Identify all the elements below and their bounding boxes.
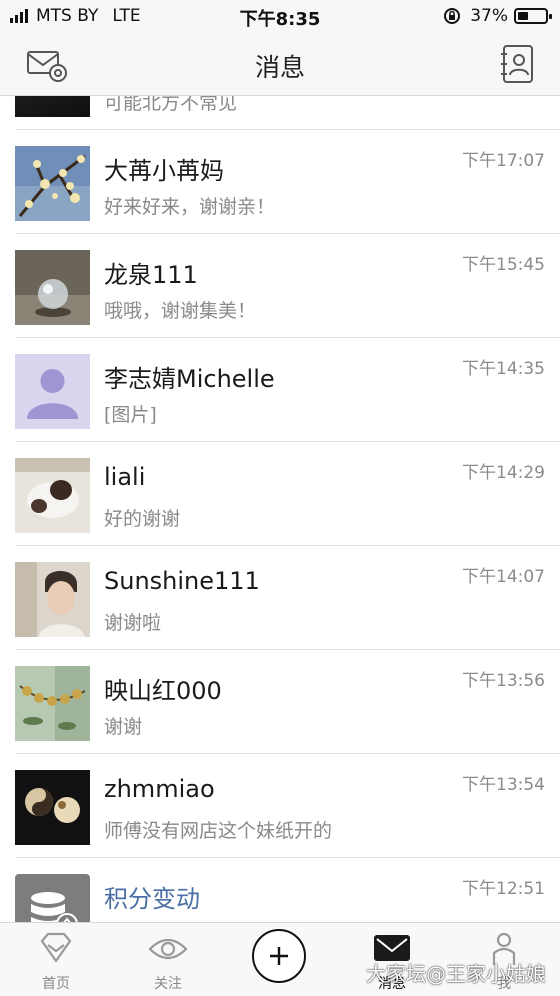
tab-post[interactable] — [224, 923, 336, 996]
message-preview: 哦哦，谢谢集美！ — [104, 300, 257, 322]
watermark: 大家坛@王家小姑娘 — [366, 962, 546, 986]
young-man-photo — [15, 562, 90, 637]
list-item[interactable]: liali 好的谢谢 下午14:29 — [0, 442, 560, 546]
tab-label: 关注 — [154, 976, 182, 992]
battery-icon — [514, 8, 552, 24]
plus-icon[interactable] — [252, 929, 306, 983]
message-time: 下午14:07 — [462, 567, 545, 587]
battery-fill — [518, 12, 528, 20]
list-item[interactable]: Sunshine111 谢谢啦 下午14:07 — [0, 546, 560, 650]
message-time: 下午14:35 — [462, 359, 545, 379]
battery-percent: 37% — [470, 6, 508, 26]
message-preview: 好来好来，谢谢亲！ — [104, 196, 276, 218]
contacts-book-icon[interactable] — [500, 44, 536, 84]
cat-photo — [15, 458, 90, 533]
message-preview: 好的谢谢 — [104, 508, 181, 530]
message-time: 下午14:29 — [462, 463, 545, 483]
contact-name: 映山红000 — [104, 677, 222, 705]
contact-name: zhmmiao — [104, 775, 215, 803]
message-time: 下午13:56 — [462, 671, 545, 691]
list-item[interactable]: 积分变动 下午12:51 — [0, 858, 560, 922]
list-item[interactable]: 龙泉111 哦哦，谢谢集美！ 下午15:45 — [0, 234, 560, 338]
message-time: 下午13:54 — [462, 775, 545, 795]
conversation-list[interactable]: 可能北方不常见 大苒小苒妈 好来好来，谢谢亲！ 下午17:07 龙泉111 哦哦… — [0, 96, 560, 922]
contact-name: 大苒小苒妈 — [104, 157, 224, 185]
message-preview: 师傅没有网店这个妹纸开的 — [104, 820, 333, 842]
page-title: 消息 — [254, 53, 305, 82]
status-right: 37% — [442, 6, 552, 26]
rotation-lock-icon — [444, 8, 461, 24]
list-item[interactable]: 大苒小苒妈 好来好来，谢谢亲！ 下午17:07 — [0, 130, 560, 234]
eye-icon — [148, 938, 188, 960]
message-time: 下午17:07 — [462, 151, 545, 171]
plum-blossom-photo — [15, 146, 90, 221]
contact-name: 李志婧Michelle — [104, 365, 275, 393]
jade-beads-photo — [15, 666, 90, 741]
contact-name: 龙泉111 — [104, 261, 198, 289]
message-time: 下午12:51 — [462, 879, 545, 899]
message-preview: 谢谢啦 — [104, 612, 162, 634]
list-item[interactable]: 李志婧Michelle [图片] 下午14:35 — [0, 338, 560, 442]
tab-label: 首页 — [42, 976, 70, 992]
nav-bar: 消息 — [0, 34, 560, 96]
list-item[interactable]: zhmmiao 师傅没有网店这个妹纸开的 下午13:54 — [0, 754, 560, 858]
default-person-avatar — [15, 354, 90, 429]
avatar — [15, 96, 90, 117]
database-icon — [15, 874, 90, 922]
tab-home[interactable]: 首页 — [0, 923, 112, 996]
diamond-home-icon — [40, 932, 72, 963]
message-preview: 谢谢 — [104, 716, 143, 738]
tab-follow[interactable]: 关注 — [112, 923, 224, 996]
beads-dark-photo — [15, 770, 90, 845]
contact-name: liali — [104, 463, 146, 491]
contact-name: 积分变动 — [104, 885, 200, 913]
status-bar: MTS BY LTE 下午8:35 37% — [0, 0, 560, 34]
message-time: 下午15:45 — [462, 255, 545, 275]
list-item[interactable]: 映山红000 谢谢 下午13:56 — [0, 650, 560, 754]
list-item[interactable]: 可能北方不常见 — [0, 96, 560, 130]
message-preview: 可能北方不常见 — [104, 96, 238, 114]
contact-name: Sunshine111 — [104, 567, 260, 595]
crystal-ball-photo — [15, 250, 90, 325]
message-preview: [图片] — [104, 404, 157, 426]
